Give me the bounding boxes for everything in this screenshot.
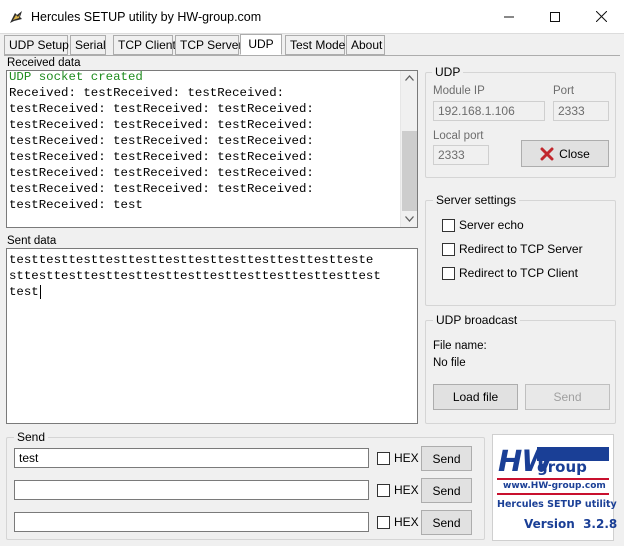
red-x-icon bbox=[540, 147, 554, 160]
send-input-1[interactable]: test bbox=[14, 448, 369, 468]
received-line: testReceived: testReceived: testReceived… bbox=[9, 182, 314, 196]
broadcast-send-button[interactable]: Send bbox=[525, 384, 610, 410]
received-line: testReceived: testReceived: testReceived… bbox=[9, 134, 314, 148]
window-title: Hercules SETUP utility by HW-group.com bbox=[31, 10, 262, 24]
tab-tcp-server[interactable]: TCP Server bbox=[175, 35, 242, 55]
local-port-label: Local port bbox=[433, 130, 484, 142]
sent-line: test bbox=[9, 285, 39, 299]
file-name-label: File name: bbox=[433, 340, 487, 352]
redirect-tcp-server-label: Redirect to TCP Server bbox=[459, 242, 583, 256]
sent-data-label: Sent data bbox=[7, 235, 57, 247]
tab-udp-setup[interactable]: UDP Setup bbox=[4, 35, 69, 55]
tab-serial[interactable]: Serial bbox=[70, 35, 106, 55]
received-line: Received: testReceived: testReceived: bbox=[9, 86, 285, 100]
send-button-1[interactable]: Send bbox=[421, 446, 472, 471]
hex-label-2: HEX bbox=[394, 483, 419, 497]
send-input-3[interactable] bbox=[14, 512, 369, 532]
server-settings-title: Server settings bbox=[433, 193, 520, 207]
hex-checkbox-3[interactable] bbox=[377, 516, 390, 529]
sent-data-box[interactable]: testtesttesttesttesttesttesttesttesttest… bbox=[6, 248, 418, 424]
tab-about[interactable]: About bbox=[346, 35, 385, 55]
send-button-2[interactable]: Send bbox=[421, 478, 472, 503]
hercules-app-icon bbox=[10, 11, 22, 23]
close-button[interactable]: Close bbox=[521, 140, 609, 167]
received-line: testReceived: testReceived: testReceived… bbox=[9, 150, 314, 164]
hex-label-1: HEX bbox=[394, 451, 419, 465]
close-icon[interactable] bbox=[578, 0, 624, 33]
server-echo-checkbox[interactable] bbox=[442, 219, 455, 232]
minimize-icon[interactable] bbox=[486, 0, 532, 33]
sent-line: testtesttesttesttesttesttesttesttesttest… bbox=[9, 253, 374, 267]
server-echo-label: Server echo bbox=[459, 218, 524, 232]
hex-label-3: HEX bbox=[394, 515, 419, 529]
tab-test-mode[interactable]: Test Mode bbox=[285, 35, 345, 55]
scroll-down-icon[interactable] bbox=[405, 216, 414, 222]
module-ip-field[interactable]: 192.168.1.106 bbox=[433, 101, 545, 121]
redirect-tcp-server-checkbox[interactable] bbox=[442, 243, 455, 256]
send-input-2[interactable] bbox=[14, 480, 369, 500]
send-group-title: Send bbox=[14, 430, 49, 444]
module-ip-label: Module IP bbox=[433, 85, 485, 97]
received-line: testReceived: testReceived: testReceived… bbox=[9, 102, 314, 116]
maximize-icon[interactable] bbox=[532, 0, 578, 33]
received-data-label: Received data bbox=[7, 57, 81, 69]
redirect-tcp-client-checkbox[interactable] bbox=[442, 267, 455, 280]
received-scrollbar[interactable] bbox=[400, 71, 417, 227]
hw-group-logo: HW group www.HW-group.com Hercules SETUP… bbox=[492, 434, 618, 541]
redirect-tcp-client-label: Redirect to TCP Client bbox=[459, 266, 578, 280]
scrollbar-thumb[interactable] bbox=[402, 131, 417, 211]
close-button-label: Close bbox=[559, 146, 590, 161]
received-line: testReceived: testReceived: testReceived… bbox=[9, 166, 314, 180]
received-line: testReceived: test bbox=[9, 198, 143, 212]
tab-strip-line bbox=[4, 55, 620, 56]
logo-group-text: group bbox=[537, 458, 587, 476]
udp-broadcast-title: UDP broadcast bbox=[433, 313, 521, 327]
logo-url: www.HW-group.com bbox=[503, 481, 606, 491]
local-port-field[interactable]: 2333 bbox=[433, 145, 489, 165]
text-cursor bbox=[40, 285, 41, 299]
port-label: Port bbox=[553, 85, 575, 97]
sent-line: sttesttesttesttesttesttesttesttesttestte… bbox=[9, 269, 381, 283]
file-name-value: No file bbox=[433, 357, 466, 369]
title-bar: Hercules SETUP utility by HW-group.com bbox=[0, 0, 624, 34]
send-button-3[interactable]: Send bbox=[421, 510, 472, 535]
logo-hw-text: HW bbox=[498, 444, 553, 478]
logo-product-name: Hercules SETUP utility bbox=[497, 499, 617, 510]
received-data-box[interactable]: UDP socket created Received: testReceive… bbox=[6, 70, 418, 228]
port-field[interactable]: 2333 bbox=[553, 101, 609, 121]
udp-group-title: UDP bbox=[432, 65, 464, 79]
logo-version: Version 3.2.8 bbox=[524, 517, 618, 531]
received-line: testReceived: testReceived: testReceived… bbox=[9, 118, 314, 132]
received-line: UDP socket created bbox=[9, 70, 143, 84]
logo-red-line-2 bbox=[497, 493, 609, 495]
load-file-button[interactable]: Load file bbox=[433, 384, 518, 410]
hex-checkbox-1[interactable] bbox=[377, 452, 390, 465]
tab-tcp-client[interactable]: TCP Client bbox=[113, 35, 176, 55]
tab-udp[interactable]: UDP bbox=[240, 34, 282, 55]
hex-checkbox-2[interactable] bbox=[377, 484, 390, 497]
scroll-up-icon[interactable] bbox=[405, 75, 414, 81]
